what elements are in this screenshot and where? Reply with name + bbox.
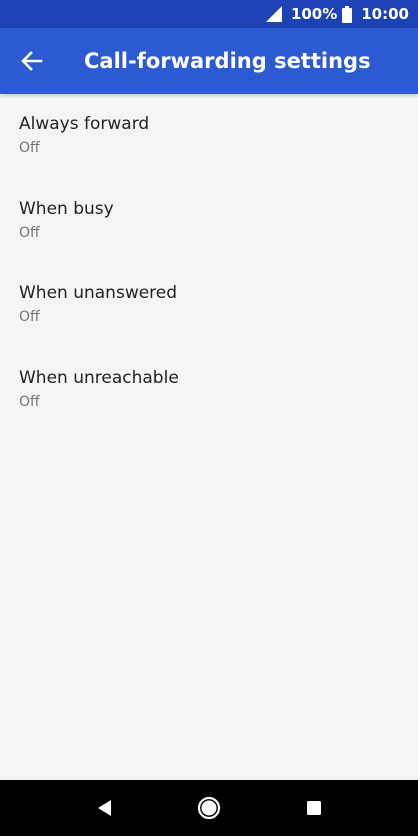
page-title: Call-forwarding settings: [84, 49, 371, 73]
setting-title: Always forward: [19, 114, 150, 134]
setting-title: When unreachable: [19, 367, 179, 388]
nav-back-icon: [98, 800, 111, 816]
signal-icon: [265, 6, 282, 22]
nav-recents-button[interactable]: [286, 780, 342, 836]
setting-when-unreachable[interactable]: When unreachable Off: [0, 348, 418, 433]
app-bar: Call-forwarding settings: [0, 28, 418, 94]
back-arrow-icon: [21, 51, 43, 71]
nav-recents-icon: [307, 801, 321, 815]
nav-home-button[interactable]: [181, 780, 237, 836]
setting-title: When busy: [19, 198, 114, 219]
settings-list: Always forward Off When busy Off When un…: [0, 94, 418, 432]
nav-home-icon: [197, 796, 221, 820]
status-bar: 100% 10:00: [0, 0, 418, 28]
clock: 10:00: [361, 5, 409, 23]
setting-always-forward[interactable]: Always forward Off: [0, 94, 418, 179]
setting-when-busy[interactable]: When busy Off: [0, 179, 418, 264]
setting-when-unanswered[interactable]: When unanswered Off: [0, 263, 418, 348]
nav-back-button[interactable]: [77, 780, 133, 836]
navigation-bar: [0, 780, 418, 836]
back-button[interactable]: [16, 45, 48, 77]
battery-icon: [342, 5, 353, 23]
setting-title: When unanswered: [19, 283, 178, 303]
setting-value: Off: [19, 140, 40, 156]
setting-value: Off: [19, 393, 40, 410]
setting-value: Off: [19, 224, 40, 241]
status-icons: 100% 10:00: [265, 0, 409, 28]
battery-percent: 100%: [290, 5, 338, 23]
setting-value: Off: [19, 309, 40, 325]
